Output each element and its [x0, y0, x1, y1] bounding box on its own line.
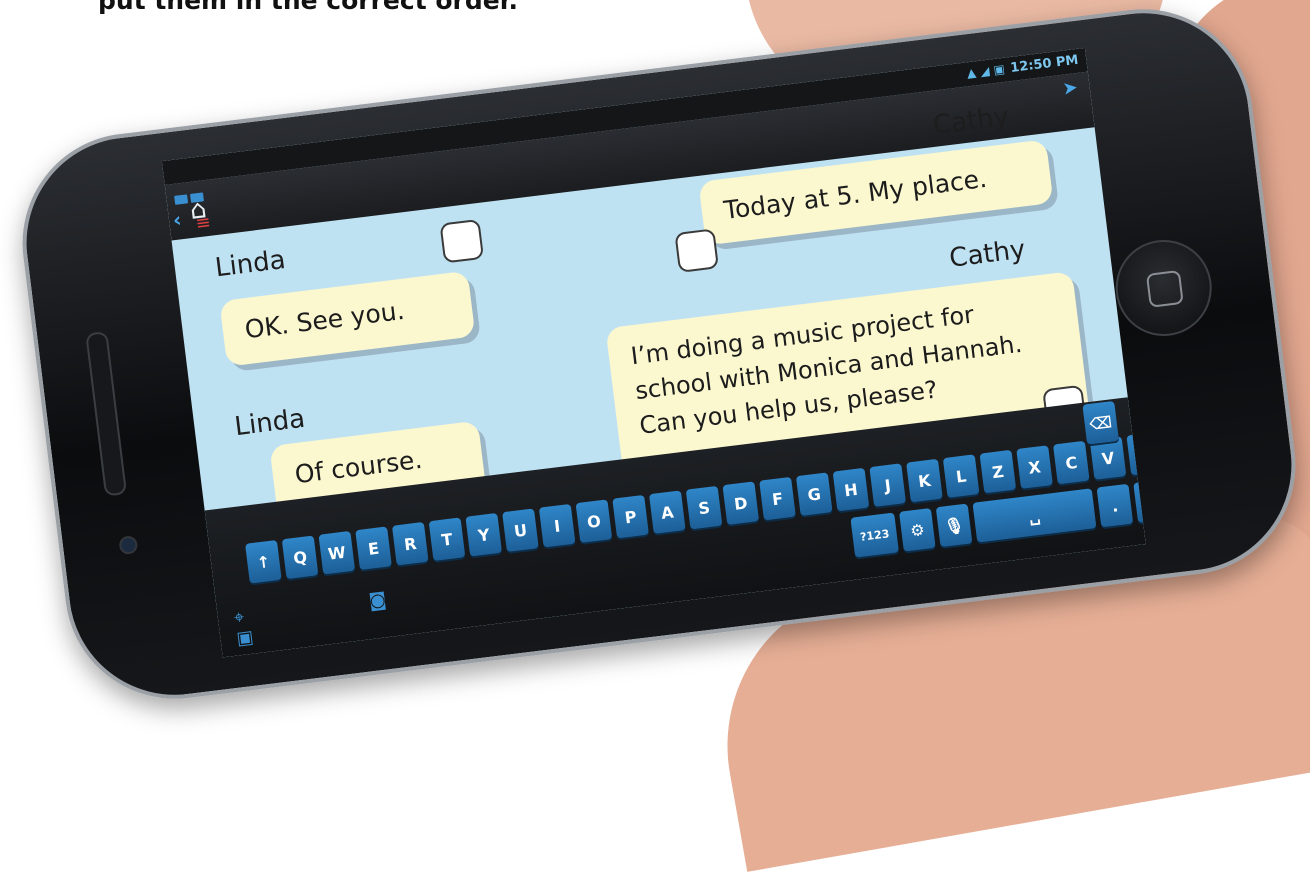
list-icon[interactable]: ≡: [194, 212, 212, 235]
keyboard-key[interactable]: G: [795, 472, 833, 516]
send-icon[interactable]: ➤: [1061, 77, 1079, 100]
backspace-key[interactable]: ⌫: [1082, 400, 1119, 445]
keyboard-key[interactable]: A: [649, 490, 686, 534]
keyboard-key[interactable]: D: [722, 481, 760, 525]
sender-name: Cathy: [947, 234, 1027, 274]
keyboard-key[interactable]: ↑: [245, 539, 282, 584]
keyboard-key[interactable]: K: [906, 458, 943, 503]
phone-screen: ▲ ◢ ▣ 12:50 PM ‹ ⌂ ≡ ➤ Linda OK. See you…: [161, 47, 1146, 658]
keyboard-key[interactable]: Q: [281, 535, 319, 580]
camera-icon[interactable]: ◙: [368, 589, 388, 612]
mail-icon: [174, 194, 189, 205]
status-time: 12:50 PM: [1009, 52, 1080, 76]
keyboard-key[interactable]: X: [1016, 445, 1053, 489]
location-pin-icon[interactable]: ⌖: [233, 607, 246, 629]
keyboard-key[interactable]: L: [942, 454, 980, 498]
keyboard-key[interactable]: H: [832, 467, 870, 512]
keyboard-key[interactable]: U: [502, 508, 539, 553]
message-text: Today at 5. My place.: [722, 163, 989, 225]
signal-icons: ▲ ◢ ▣: [966, 61, 1006, 81]
instruction-text: put them in the correct order.: [98, 0, 518, 15]
front-camera-icon: [118, 535, 139, 556]
home-square-icon: [1145, 269, 1184, 308]
keyboard-key[interactable]: Y: [465, 512, 503, 557]
keyboard-key[interactable]: J: [869, 463, 907, 507]
space-key[interactable]: ␣: [972, 488, 1097, 543]
period-key[interactable]: .: [1096, 483, 1134, 528]
order-checkbox[interactable]: [439, 218, 485, 264]
keyboard-key[interactable]: T: [428, 517, 466, 562]
sender-name: Linda: [232, 403, 307, 443]
keyboard-key[interactable]: E: [355, 526, 392, 571]
keyboard-key[interactable]: W: [318, 530, 356, 575]
speaker-slot: [85, 331, 128, 497]
microphone-key[interactable]: 🎙: [935, 503, 973, 548]
image-icon[interactable]: ▣: [235, 627, 254, 650]
text-style-key[interactable]: T: [1133, 479, 1146, 523]
order-checkbox[interactable]: [674, 228, 719, 273]
settings-key[interactable]: ⚙: [899, 508, 936, 552]
sender-name: Linda: [213, 244, 288, 284]
keyboard-key[interactable]: O: [575, 499, 613, 543]
keyboard-key[interactable]: Z: [979, 449, 1017, 494]
home-button[interactable]: [1110, 234, 1218, 342]
message-text: OK. See you.: [243, 295, 406, 345]
message-bubble: OK. See you.: [219, 270, 476, 367]
keyboard-key[interactable]: B: [1126, 431, 1146, 476]
numbers-key[interactable]: ?123: [850, 512, 899, 558]
keyboard-key[interactable]: F: [759, 476, 796, 521]
keyboard-key[interactable]: I: [538, 503, 576, 548]
keyboard-key[interactable]: S: [685, 485, 723, 530]
keyboard-key[interactable]: P: [612, 494, 649, 539]
keyboard-key[interactable]: C: [1052, 440, 1090, 485]
keyboard-key[interactable]: R: [391, 521, 429, 566]
chevron-left-icon[interactable]: ‹: [172, 207, 183, 232]
